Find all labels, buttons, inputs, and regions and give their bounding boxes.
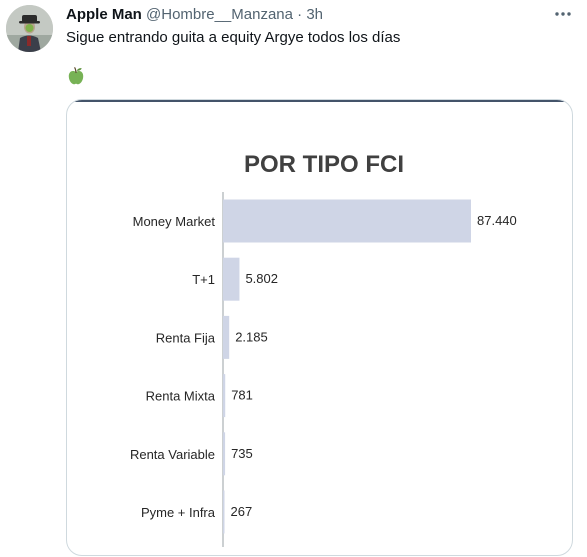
- more-horizontal-icon: [555, 12, 571, 16]
- chart-top-border: [67, 100, 572, 102]
- tweet-text: Sigue entrando guita a equity Argye todo…: [66, 29, 401, 46]
- category-label: T+1: [192, 272, 215, 287]
- chart-title: POR TIPO FCI: [244, 151, 404, 178]
- data-label: 5.802: [245, 271, 278, 286]
- category-label: Renta Mixta: [146, 389, 216, 404]
- green-apple-icon: [66, 66, 86, 86]
- tweet-header: Apple Man @Hombre__Manzana · 3h: [66, 5, 323, 25]
- bar: [223, 490, 225, 534]
- avatar-image: [6, 5, 53, 52]
- more-button[interactable]: [550, 3, 576, 25]
- data-label: 87.440: [477, 213, 517, 228]
- tweet: Apple Man @Hombre__Manzana · 3h Sigue en…: [0, 0, 587, 557]
- data-label: 735: [231, 446, 253, 461]
- separator-dot: ·: [297, 6, 303, 23]
- bar: [223, 257, 240, 301]
- author-name[interactable]: Apple Man: [66, 6, 142, 23]
- bar: [223, 199, 471, 243]
- media-card[interactable]: POR TIPO FCI Money Market 87.440 T+1 5.802 Re…: [66, 99, 573, 556]
- data-label: 781: [231, 388, 253, 403]
- category-label: Renta Variable: [130, 447, 215, 462]
- category-label: Pyme + Infra: [141, 505, 216, 520]
- bar-chart: POR TIPO FCI Money Market 87.440 T+1 5.802 Re…: [67, 100, 572, 547]
- bar: [223, 374, 226, 418]
- tweet-timestamp[interactable]: 3h: [306, 6, 323, 23]
- author-handle[interactable]: @Hombre__Manzana: [146, 6, 293, 23]
- category-label: Money Market: [133, 214, 216, 229]
- avatar[interactable]: [6, 5, 53, 52]
- bar: [223, 432, 226, 476]
- data-label: 2.185: [235, 329, 268, 344]
- bar: [223, 315, 230, 359]
- category-label: Renta Fija: [156, 330, 216, 345]
- data-label: 267: [231, 504, 253, 519]
